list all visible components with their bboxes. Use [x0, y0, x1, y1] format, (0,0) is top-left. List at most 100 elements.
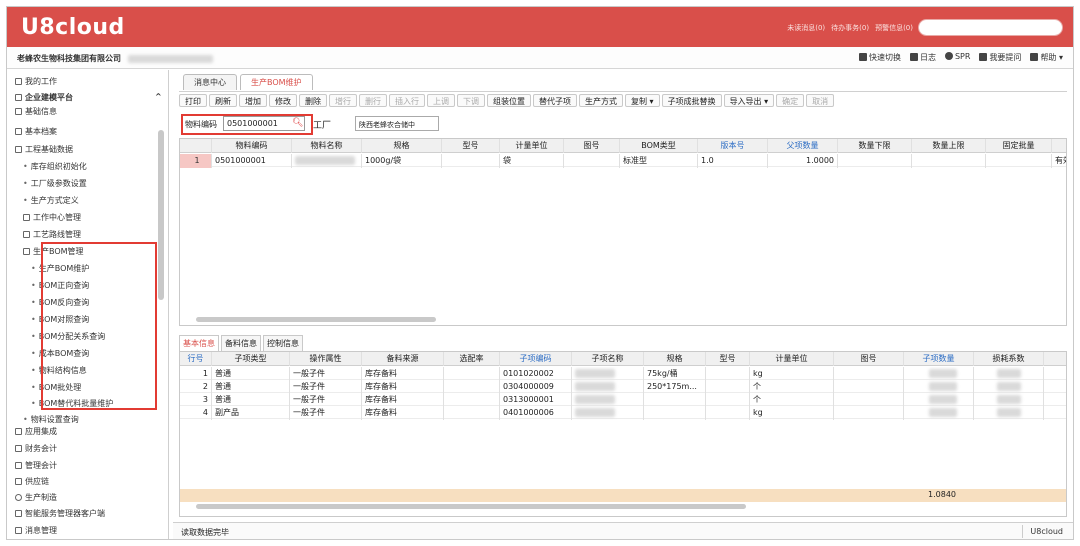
sidebar-item-work-center[interactable]: 工作中心管理 [23, 212, 81, 223]
cell-unit: 个 [750, 393, 834, 407]
platform-icon [15, 94, 22, 101]
cell-item-code: 0304000009 [500, 380, 572, 394]
cell-unit: 个 [750, 380, 834, 394]
sidebar-item-app-integration[interactable]: 应用集成 [15, 426, 57, 437]
sidebar-item-material-settings-query[interactable]: 物料设置查询 [23, 414, 79, 425]
sidebar-item-manufacturing[interactable]: 生产制造 [15, 492, 57, 503]
edit-button[interactable]: 修改 [269, 94, 297, 107]
grid-header: 行号 子项类型 操作属性 备料来源 选配率 子项编码 子项名称 规格 型号 计量… [180, 352, 1066, 366]
cell-item-qty [904, 367, 974, 381]
alerts-link[interactable]: 预警信息(0) [875, 23, 913, 33]
column-header: 图号 [834, 352, 904, 366]
sidebar-item-message-management[interactable]: 消息管理 [15, 525, 57, 536]
sidebar-scrollbar[interactable] [158, 130, 164, 300]
sidebar-item-engineering-data[interactable]: 工程基础数据 [15, 144, 73, 155]
insert-row-button[interactable]: 插入行 [389, 94, 425, 107]
factory-input[interactable]: 陕西老蜂农合储中 [355, 116, 439, 131]
help-button[interactable]: 帮助 ▾ [1030, 52, 1063, 63]
move-up-button[interactable]: 上调 [427, 94, 455, 107]
log-button[interactable]: 日志 [909, 52, 936, 63]
column-header: 型号 [442, 139, 500, 153]
app-logo: U8cloud [21, 15, 125, 40]
bom-header-grid: 物料编码 物料名称 规格 型号 计量单位 图号 BOM类型 版本号 父项数量 数… [179, 138, 1067, 326]
column-header: 操作属性 [290, 352, 362, 366]
cell-parent-qty: 1.0000 [768, 154, 838, 168]
print-button[interactable]: 打印 [179, 94, 207, 107]
delete-button[interactable]: 删除 [299, 94, 327, 107]
sidebar-item-factory-params[interactable]: 工厂级参数设置 [23, 178, 87, 189]
batch-replace-button[interactable]: 子项成批替换 [661, 94, 722, 107]
global-search-input[interactable] [918, 19, 1063, 36]
tab-bom-maintain[interactable]: 生产BOM维护 [240, 74, 313, 90]
spr-button[interactable]: SPR [944, 52, 970, 63]
quick-switch-button[interactable]: 快速切换 [858, 52, 901, 63]
sidebar-item-basic-archive[interactable]: 基本档案 [15, 126, 57, 137]
horizontal-scrollbar[interactable] [196, 317, 436, 322]
cancel-button[interactable]: 取消 [806, 94, 835, 107]
cell-operation-attr: 一般子件 [290, 367, 362, 381]
table-row[interactable]: 3 普通 一般子件 库存备料 0313000001 个 [180, 393, 1066, 407]
table-row[interactable]: 1 0501000001 1000g/袋 袋 标准型 1.0 1.0000 有效 [180, 154, 1066, 168]
collapse-chevron-icon[interactable]: ^ [155, 92, 162, 101]
cell-unit: kg [750, 367, 834, 381]
sidebar-item-financial-accounting[interactable]: 财务会计 [15, 443, 57, 454]
cell-item-type: 普通 [212, 367, 290, 381]
cell-item-code: 0101020002 [500, 367, 572, 381]
tab-control-info[interactable]: 控制信息 [263, 335, 303, 352]
delete-row-button[interactable]: 删行 [359, 94, 387, 107]
cell-option-rate [444, 393, 500, 407]
cell-unit: 袋 [500, 154, 564, 168]
sidebar-item-my-work[interactable]: 我的工作 [15, 76, 57, 87]
table-row[interactable]: 1 普通 一般子件 库存备料 0101020002 75kg/桶 kg [180, 367, 1066, 381]
refresh-button[interactable]: 刷新 [209, 94, 237, 107]
sidebar-item-stock-org-init[interactable]: 库存组织初始化 [23, 161, 87, 172]
sidebar-item-enterprise-modeling[interactable]: 企业建模平台 ^ [15, 92, 162, 103]
sidebar-item-management-accounting[interactable]: 管理会计 [15, 460, 57, 471]
quick-switch-label: 快速切换 [868, 53, 901, 62]
copy-button[interactable]: 复制 ▾ [625, 94, 660, 107]
column-header: BOM类型 [620, 139, 698, 153]
unread-messages-link[interactable]: 未读消息(0) [787, 23, 825, 33]
substitute-item-button[interactable]: 替代子项 [533, 94, 577, 107]
cell-item-qty [904, 406, 974, 420]
table-row[interactable]: 4 副产品 一般子件 库存备料 0401000006 kg [180, 406, 1066, 420]
confirm-button[interactable]: 确定 [776, 94, 805, 107]
sidebar-item-routing[interactable]: 工艺路线管理 [23, 229, 81, 240]
column-header: 计量单位 [750, 352, 834, 366]
sidebar-item-production-mode[interactable]: 生产方式定义 [23, 195, 79, 206]
add-row-button[interactable]: 增行 [329, 94, 357, 107]
cell-model [706, 380, 750, 394]
cell-item-code: 0313000001 [500, 393, 572, 407]
ask-question-button[interactable]: 我要提问 [979, 52, 1021, 63]
column-header: 固定批量 [986, 139, 1052, 153]
cell-model [706, 393, 750, 407]
sidebar-label: 基本档案 [25, 127, 57, 136]
import-export-button[interactable]: 导入导出 ▾ [723, 94, 775, 107]
production-mode-button[interactable]: 生产方式 [579, 94, 623, 107]
assembly-position-button[interactable]: 组装位置 [487, 94, 531, 107]
column-header: 图号 [564, 139, 620, 153]
cell-status: 有效 [1055, 156, 1066, 165]
log-label: 日志 [919, 53, 936, 62]
cell-item-type: 普通 [212, 380, 290, 394]
sidebar: 我的工作 企业建模平台 ^ 基础信息 基本档案 工程基础数据 库存组织初始化 工厂… [7, 70, 169, 539]
column-header: 规格 [644, 352, 706, 366]
cell-prep-source: 库存备料 [362, 393, 444, 407]
sidebar-label: 生产方式定义 [30, 196, 79, 205]
sidebar-item-basic-info[interactable]: 基础信息 [15, 106, 57, 117]
cell-spec [644, 406, 706, 420]
table-row[interactable]: 2 普通 一般子件 库存备料 0304000009 250*175m... 个 [180, 380, 1066, 394]
cell-version: 1.0 [698, 154, 768, 168]
tab-basic-info[interactable]: 基本信息 [179, 335, 219, 352]
add-button[interactable]: 增加 [239, 94, 267, 107]
sidebar-item-smart-service[interactable]: 智能服务管理器客户端 [15, 508, 105, 519]
move-down-button[interactable]: 下调 [457, 94, 485, 107]
tab-material-prep[interactable]: 备料信息 [221, 335, 261, 352]
cell-loss-factor [974, 393, 1044, 407]
sidebar-item-supply-chain[interactable]: 供应链 [15, 476, 49, 487]
column-header: 规格 [362, 139, 442, 153]
todo-link[interactable]: 待办事务(0) [831, 23, 869, 33]
tab-message-center[interactable]: 消息中心 [183, 74, 237, 90]
cell-item-name [572, 393, 644, 407]
horizontal-scrollbar[interactable] [196, 504, 746, 509]
